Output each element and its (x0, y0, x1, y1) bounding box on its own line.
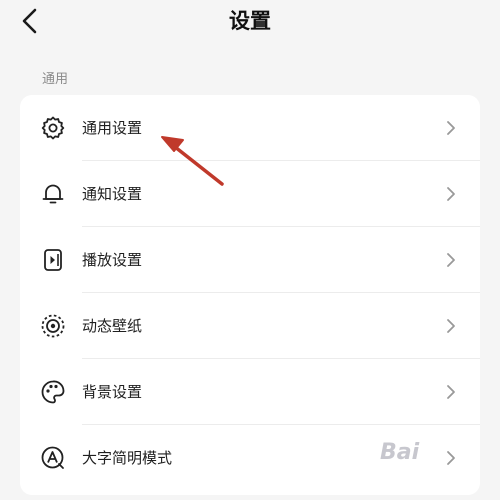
section-label: 通用 (42, 72, 69, 87)
settings-item-background[interactable]: 背景设置 (20, 359, 480, 425)
settings-item-label: 背景设置 (82, 383, 143, 401)
page-title: 设置 (229, 9, 271, 33)
settings-item-live-wallpaper[interactable]: 动态壁纸 (20, 293, 480, 359)
settings-item-label: 大字简明模式 (82, 449, 173, 467)
settings-item-label: 通知设置 (82, 185, 143, 203)
chevron-right-icon (447, 253, 455, 267)
settings-item-notification[interactable]: 通知设置 (20, 161, 480, 227)
palette-icon (41, 380, 65, 404)
settings-item-label: 通用设置 (82, 119, 143, 137)
settings-item-label: 动态壁纸 (82, 317, 143, 335)
chevron-right-icon (447, 451, 455, 465)
gear-icon (41, 116, 65, 140)
bell-icon (42, 184, 64, 204)
chevron-right-icon (447, 187, 455, 201)
chevron-right-icon (447, 121, 455, 135)
settings-item-label: 播放设置 (82, 251, 143, 269)
settings-item-playback[interactable]: 播放设置 (20, 227, 480, 293)
large-font-icon (41, 446, 64, 469)
live-wallpaper-icon (41, 314, 65, 338)
header: 设置 (0, 0, 500, 44)
chevron-right-icon (447, 319, 455, 333)
play-device-icon (44, 249, 62, 271)
settings-card: 通用设置 通知设置 播放设置 动态壁纸 背景设置 大字简明模式 (20, 95, 480, 495)
chevron-right-icon (447, 385, 455, 399)
settings-item-general[interactable]: 通用设置 (20, 95, 480, 161)
watermark: Bai (380, 440, 420, 465)
